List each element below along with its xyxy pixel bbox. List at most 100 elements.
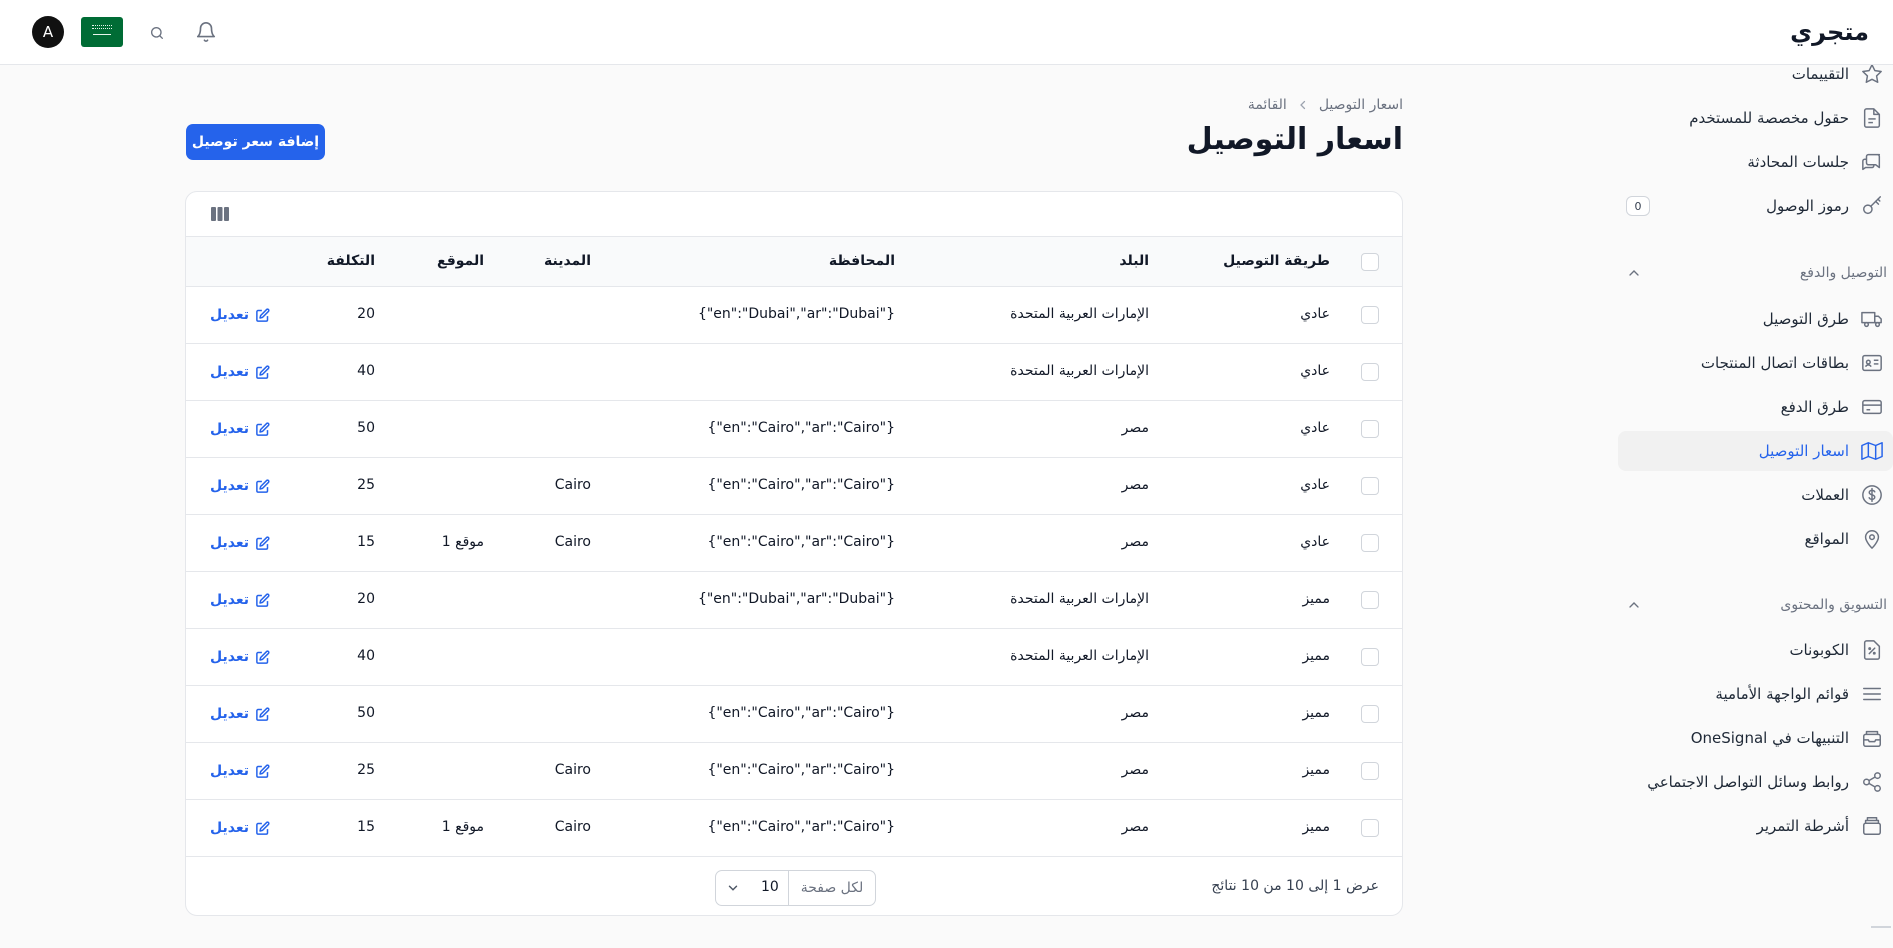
- row-checkbox[interactable]: [1361, 705, 1379, 723]
- sidebar-item-coupons[interactable]: الكوبونات: [1618, 630, 1893, 670]
- row-checkbox[interactable]: [1361, 420, 1379, 438]
- cell-location: موقع 1: [441, 534, 484, 550]
- cell-country: مصر: [1121, 819, 1149, 835]
- sidebar-item-reviews[interactable]: التقييمات: [1618, 65, 1893, 94]
- sidebar-group-shipping-payment[interactable]: التوصيل والدفع: [1618, 261, 1887, 285]
- cell-cost: 25: [357, 762, 375, 778]
- sidebar-item-label: بطاقات اتصال المنتجات: [1700, 354, 1849, 372]
- column-header-location[interactable]: الموقع: [437, 253, 484, 269]
- chevron-down-icon[interactable]: [726, 881, 740, 895]
- cell-city: Cairo: [554, 762, 591, 778]
- cell-country: مصر: [1121, 762, 1149, 778]
- sidebar-item-label: طرق الدفع: [1780, 398, 1849, 416]
- share-icon: [1861, 771, 1883, 793]
- top-bar: متجري A: [0, 0, 1893, 65]
- table-row: عادي مصر {"en":"Cairo","ar":"Cairo"} Cai…: [186, 458, 1402, 515]
- edit-row-button[interactable]: تعديل: [210, 476, 270, 496]
- sidebar-item-frontend-menus[interactable]: قوائم الواجهة الأمامية: [1618, 674, 1893, 714]
- row-checkbox[interactable]: [1361, 306, 1379, 324]
- cell-method: مميز: [1302, 648, 1330, 664]
- sidebar-scrollbar[interactable]: [1871, 926, 1891, 928]
- pagination-results-text: عرض 1 إلى 10 من 10 نتائج: [1211, 878, 1379, 894]
- user-avatar[interactable]: A: [32, 16, 64, 48]
- per-page-value: 10: [761, 879, 779, 895]
- edit-row-button[interactable]: تعديل: [210, 533, 270, 553]
- search-icon[interactable]: [146, 22, 168, 44]
- credit-card-icon: [1861, 396, 1883, 418]
- language-flag-icon[interactable]: [81, 17, 123, 47]
- sidebar-item-user-fields[interactable]: حقول مخصصة للمستخدم: [1618, 98, 1893, 138]
- edit-row-button[interactable]: تعديل: [210, 647, 270, 667]
- row-checkbox[interactable]: [1361, 363, 1379, 381]
- edit-row-button[interactable]: تعديل: [210, 818, 270, 838]
- edit-icon: [255, 535, 270, 551]
- sidebar-item-sliders[interactable]: أشرطة التمرير: [1618, 806, 1893, 846]
- edit-icon: [255, 820, 270, 836]
- breadcrumb-link-shipping-rates[interactable]: اسعار التوصيل: [1319, 97, 1403, 113]
- edit-icon: [255, 706, 270, 722]
- add-shipping-rate-button[interactable]: إضافة سعر توصيل: [186, 124, 325, 160]
- cell-city: Cairo: [554, 477, 591, 493]
- row-checkbox[interactable]: [1361, 819, 1379, 837]
- sidebar-item-label: المواقع: [1804, 530, 1849, 548]
- slider-stack-icon: [1861, 815, 1883, 837]
- row-checkbox[interactable]: [1361, 591, 1379, 609]
- sidebar-item-shipping-rates[interactable]: اسعار التوصيل: [1618, 431, 1893, 471]
- sidebar-item-label: حقول مخصصة للمستخدم: [1689, 109, 1849, 127]
- chat-icon: [1861, 151, 1883, 173]
- edit-label: تعديل: [210, 307, 249, 323]
- chevron-up-icon[interactable]: [1626, 265, 1642, 281]
- sidebar-item-product-contact-cards[interactable]: بطاقات اتصال المنتجات: [1618, 343, 1893, 383]
- columns-toggle-icon[interactable]: [210, 205, 230, 223]
- sidebar-item-locations[interactable]: المواقع: [1618, 519, 1893, 559]
- column-header-cost[interactable]: التكلفة: [327, 253, 375, 269]
- column-header-method[interactable]: طريقة التوصيل: [1223, 253, 1330, 269]
- table-toolbar: [186, 192, 1402, 237]
- sidebar-item-currencies[interactable]: العملات: [1618, 475, 1893, 515]
- edit-row-button[interactable]: تعديل: [210, 419, 270, 439]
- row-checkbox[interactable]: [1361, 477, 1379, 495]
- cell-method: عادي: [1300, 363, 1330, 379]
- cell-cost: 25: [357, 477, 375, 493]
- sidebar-item-chat-sessions[interactable]: جلسات المحادثة: [1618, 142, 1893, 182]
- table-row: مميز الإمارات العربية المتحدة {"en":"Dub…: [186, 572, 1402, 629]
- inbox-icon: [1861, 727, 1883, 749]
- column-header-country[interactable]: البلد: [1119, 253, 1149, 269]
- table-row: عادي مصر {"en":"Cairo","ar":"Cairo"} 50 …: [186, 401, 1402, 458]
- column-header-city[interactable]: المدينة: [544, 253, 591, 269]
- sidebar-item-access-tokens[interactable]: رموز الوصول 0: [1618, 186, 1893, 226]
- per-page-select[interactable]: لكل صفحة 10: [715, 870, 876, 906]
- edit-row-button[interactable]: تعديل: [210, 305, 270, 325]
- cell-country: مصر: [1121, 477, 1149, 493]
- sidebar-item-label: الكوبونات: [1789, 641, 1849, 659]
- edit-row-button[interactable]: تعديل: [210, 704, 270, 724]
- column-header-governorate[interactable]: المحافظة: [829, 253, 895, 269]
- cell-cost: 50: [357, 705, 375, 721]
- row-checkbox[interactable]: [1361, 762, 1379, 780]
- sidebar-item-label: اسعار التوصيل: [1758, 442, 1849, 460]
- table-row: عادي الإمارات العربية المتحدة {"en":"Dub…: [186, 287, 1402, 344]
- edit-row-button[interactable]: تعديل: [210, 362, 270, 382]
- table-row: مميز مصر {"en":"Cairo","ar":"Cairo"} Cai…: [186, 743, 1402, 800]
- chevron-up-icon[interactable]: [1626, 597, 1642, 613]
- edit-label: تعديل: [210, 763, 249, 779]
- cell-cost: 15: [357, 819, 375, 835]
- cell-cost: 50: [357, 420, 375, 436]
- edit-row-button[interactable]: تعديل: [210, 761, 270, 781]
- sidebar-item-shipping-methods[interactable]: طرق التوصيل: [1618, 299, 1893, 339]
- edit-label: تعديل: [210, 706, 249, 722]
- row-checkbox[interactable]: [1361, 648, 1379, 666]
- sidebar-item-payment-methods[interactable]: طرق الدفع: [1618, 387, 1893, 427]
- sidebar-item-social-links[interactable]: روابط وسائل التواصل الاجتماعي: [1618, 762, 1893, 802]
- cell-cost: 15: [357, 534, 375, 550]
- sidebar-item-onesignal-notifications[interactable]: التنبيهات في OneSignal: [1618, 718, 1893, 758]
- cell-method: عادي: [1300, 306, 1330, 322]
- sidebar-group-marketing-content[interactable]: التسويق والمحتوى: [1618, 593, 1887, 617]
- sidebar-item-label: رموز الوصول: [1766, 197, 1849, 215]
- notifications-bell-icon[interactable]: [193, 19, 219, 45]
- edit-row-button[interactable]: تعديل: [210, 590, 270, 610]
- map-pin-icon: [1861, 528, 1883, 550]
- brand-logo[interactable]: متجري: [1790, 18, 1869, 46]
- row-checkbox[interactable]: [1361, 534, 1379, 552]
- select-all-checkbox[interactable]: [1361, 253, 1379, 271]
